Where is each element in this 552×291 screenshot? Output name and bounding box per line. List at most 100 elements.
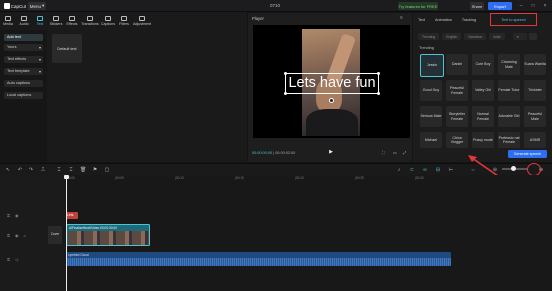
sidebar-item-add-text[interactable]: Add text bbox=[4, 34, 43, 41]
delete-icon[interactable]: 🗑 bbox=[80, 167, 86, 173]
sidebar-item-label: Text effects bbox=[7, 57, 27, 61]
rotate-icon[interactable] bbox=[329, 98, 334, 103]
menu-button[interactable]: Menu ▾ bbox=[28, 2, 46, 10]
playhead[interactable] bbox=[66, 176, 67, 291]
tab-tracking[interactable]: Tracking bbox=[457, 13, 481, 26]
tab-media[interactable]: Media bbox=[0, 12, 16, 30]
voice-card[interactable]: Valley Girl bbox=[472, 80, 494, 101]
voice-card[interactable]: Peaceful Male bbox=[524, 106, 546, 127]
eye-icon[interactable]: ◉ bbox=[15, 233, 19, 238]
sidebar-item-text-effects[interactable]: Text effects ▾ bbox=[4, 56, 43, 63]
audio-toggle-icon[interactable]: ♫ bbox=[23, 233, 26, 238]
voice-card[interactable]: Pussy mode bbox=[472, 132, 494, 148]
chip-indie[interactable]: Indie bbox=[489, 33, 505, 40]
try-pro-button[interactable]: Try features for FREE bbox=[398, 2, 438, 10]
player-title: Player bbox=[252, 16, 264, 21]
chevron-down-icon: ▾ bbox=[38, 45, 41, 50]
tab-label: Stickers bbox=[49, 22, 63, 26]
chevron-down-icon: ▾ bbox=[517, 34, 519, 39]
voice-card[interactable]: Good Guy bbox=[420, 80, 442, 101]
highlight-box bbox=[490, 13, 537, 26]
sidebar-item-text-template[interactable]: Text template ▾ bbox=[4, 68, 43, 75]
eye-icon[interactable]: ◉ bbox=[15, 213, 19, 218]
lock-icon[interactable]: ⚿ bbox=[7, 213, 10, 218]
preview-axis-icon[interactable]: ⊟ bbox=[435, 167, 441, 173]
play-icon[interactable]: ▶ bbox=[328, 149, 334, 155]
undo-icon[interactable]: ↶ bbox=[17, 167, 23, 173]
audio-clip-label: Lyrebird Cloud bbox=[68, 253, 89, 257]
tab-text[interactable]: Text bbox=[32, 12, 48, 30]
voice-card[interactable]: Professio nal Female bbox=[498, 132, 520, 148]
close-icon[interactable]: × bbox=[541, 2, 549, 10]
chip-narration[interactable]: Narration bbox=[464, 33, 487, 40]
redo-icon[interactable]: ↷ bbox=[28, 167, 34, 173]
split-right-icon[interactable]: ⌶ bbox=[68, 167, 74, 173]
timecode-separator: | bbox=[273, 151, 275, 155]
voice-card[interactable]: Charming Male bbox=[498, 54, 520, 75]
voice-card[interactable]: Cute Boy bbox=[472, 54, 494, 75]
tab-stickers[interactable]: Stickers bbox=[48, 12, 64, 30]
sidebar-item-local-captions[interactable]: Local captions bbox=[4, 92, 43, 99]
voice-card[interactable]: Peaceful Female bbox=[446, 80, 468, 101]
split-icon[interactable]: ⎍ bbox=[40, 167, 46, 173]
voice-card[interactable]: Normal Female bbox=[472, 106, 494, 127]
default-text-card[interactable]: Default text bbox=[52, 34, 82, 63]
speaker-icon[interactable]: ◁ bbox=[15, 257, 18, 262]
more-icon[interactable]: ≡ bbox=[400, 15, 403, 21]
tab-transitions[interactable]: Transitions bbox=[80, 12, 100, 30]
timeline-ruler: 00:00 |00:05 |00:10 |00:15 |00:20 |00:25… bbox=[65, 176, 552, 183]
tab-effects[interactable]: Effects bbox=[64, 12, 80, 30]
ratio-icon[interactable]: ▭ bbox=[393, 150, 397, 155]
cursor-icon[interactable]: ↖ bbox=[5, 167, 11, 173]
minimize-icon[interactable]: – bbox=[517, 2, 525, 10]
fit-icon[interactable]: ⛶ bbox=[382, 150, 385, 155]
tab-audio[interactable]: Audio bbox=[16, 12, 32, 30]
voice-card[interactable]: ASMR bbox=[524, 132, 546, 148]
tab-adjustment[interactable]: Adjustment bbox=[132, 12, 152, 30]
snap-icon[interactable]: ⊢ bbox=[448, 167, 454, 173]
voice-card[interactable]: Suara Wanita bbox=[524, 54, 546, 75]
magnet-icon[interactable]: ⊂ bbox=[409, 167, 415, 173]
filter-icon[interactable] bbox=[529, 33, 537, 40]
lock-icon[interactable]: ⚿ bbox=[7, 257, 10, 262]
voice-card[interactable]: Michael bbox=[420, 132, 442, 148]
total-time: 00:00:02:00 bbox=[275, 151, 296, 155]
voice-card[interactable]: Daniel bbox=[446, 54, 468, 75]
flag-icon[interactable]: ⚑ bbox=[92, 167, 98, 173]
sidebar-item-auto-captions[interactable]: Auto captions bbox=[4, 80, 43, 87]
playhead-handle[interactable] bbox=[64, 175, 69, 179]
cover-button[interactable]: Cover bbox=[48, 226, 62, 244]
voice-card[interactable]: Serious Male bbox=[420, 106, 442, 127]
tab-text-props[interactable]: Text bbox=[413, 13, 430, 26]
tab-label: Captions bbox=[100, 22, 116, 26]
voice-card[interactable]: Chica Vlogger bbox=[446, 132, 468, 148]
chip-english[interactable]: English bbox=[442, 33, 462, 40]
voice-card[interactable]: Jessie bbox=[420, 54, 444, 77]
export-button[interactable]: Export bbox=[488, 2, 512, 10]
link-icon[interactable]: ∞ bbox=[422, 167, 428, 173]
tab-filters[interactable]: Filters bbox=[116, 12, 132, 30]
text-clip[interactable]: Lets bbox=[66, 212, 78, 219]
tab-animation[interactable]: Animation bbox=[430, 13, 457, 26]
voice-card[interactable]: Female Tutor bbox=[498, 80, 520, 101]
crop-icon[interactable]: ▢ bbox=[104, 167, 110, 173]
captions-icon bbox=[105, 16, 111, 21]
app-name: CapCut bbox=[10, 3, 26, 9]
chip-trending[interactable]: Trending bbox=[418, 33, 440, 40]
voice-card[interactable]: Trickster bbox=[524, 80, 546, 101]
more-languages-dropdown[interactable]: ▾ bbox=[513, 33, 527, 40]
video-clip[interactable]: AIFinalizeNew0Video 00:00:00:00 bbox=[66, 224, 150, 246]
voice-card[interactable]: Adorable Girl bbox=[498, 106, 520, 127]
voice-card[interactable]: Storyteller Female bbox=[446, 106, 468, 127]
tab-captions[interactable]: Captions bbox=[100, 12, 116, 30]
sidebar-item-yours[interactable]: Yours ▾ bbox=[4, 44, 43, 51]
maximize-icon[interactable]: □ bbox=[529, 2, 537, 10]
share-button[interactable]: Share bbox=[470, 2, 484, 10]
audio-clip[interactable]: Lyrebird Cloud bbox=[66, 252, 451, 266]
fullscreen-icon[interactable]: ⤢ bbox=[403, 150, 406, 155]
tab-label: Filters bbox=[119, 22, 129, 26]
lock-icon[interactable]: ⚿ bbox=[7, 233, 10, 238]
mic-icon[interactable]: ♪ bbox=[396, 167, 402, 173]
split-left-icon[interactable]: ⌶ bbox=[56, 167, 62, 173]
overlay-text[interactable]: Lets have fun bbox=[285, 72, 379, 94]
